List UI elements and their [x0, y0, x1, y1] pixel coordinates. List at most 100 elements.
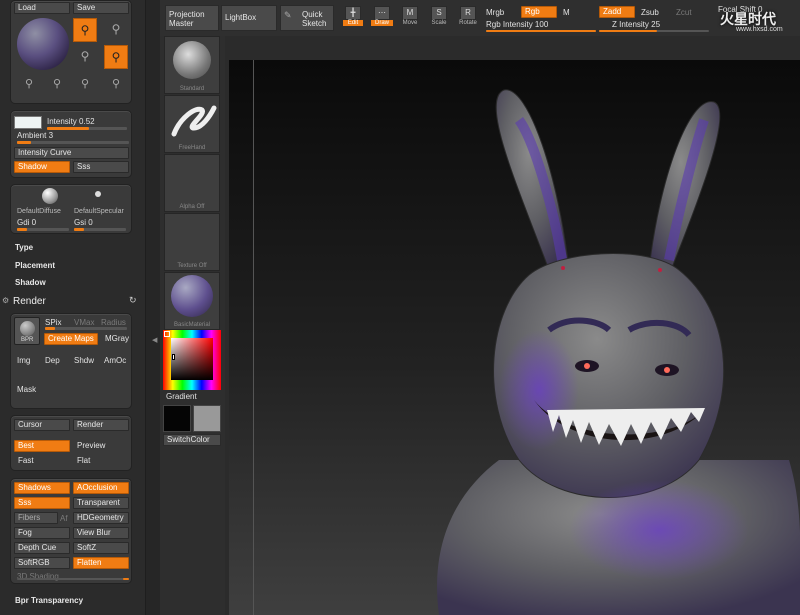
vmax-label: VMax — [74, 318, 95, 327]
light-bulb-1[interactable]: ⚲ — [73, 18, 97, 42]
light-sphere-preview[interactable] — [17, 18, 69, 70]
fast-render-button[interactable]: Fast — [14, 455, 70, 467]
lightbox-button[interactable]: LightBox — [221, 5, 277, 31]
preview-render-button[interactable]: Preview — [73, 440, 129, 452]
intensity-slider-label: Intensity 0.52 — [47, 117, 95, 126]
light-settings-panel: Intensity 0.52 Ambient 3 Intensity Curve… — [10, 110, 132, 178]
fog-toggle[interactable]: Fog — [14, 527, 70, 539]
gsi-fill — [74, 228, 84, 231]
mgray-button[interactable]: MGray — [101, 333, 129, 345]
3d-shading-slider[interactable] — [17, 578, 129, 580]
intensity-curve-button[interactable]: Intensity Curve — [14, 147, 129, 159]
rgb-toggle[interactable]: Rgb — [521, 6, 557, 18]
rotate-label: Rotate — [459, 20, 477, 26]
default-diffuse-icon[interactable] — [42, 188, 58, 204]
material-label: BasicMaterial — [173, 322, 210, 328]
softrgb-toggle[interactable]: SoftRGB — [14, 557, 70, 569]
dep-button[interactable]: Dep — [45, 356, 60, 365]
light-bulb-8[interactable]: ⚲ — [104, 77, 128, 97]
light-bulb-7[interactable]: ⚲ — [73, 77, 97, 97]
shadows-toggle[interactable]: Shadows — [14, 482, 70, 494]
m-toggle[interactable]: M — [563, 8, 570, 17]
shadow-section[interactable]: Shadow — [15, 278, 46, 287]
texture-tile[interactable]: Texture Off — [164, 213, 220, 271]
move-mode-button[interactable]: M Move — [397, 6, 423, 32]
light-bulb-5[interactable]: ⚲ — [17, 77, 41, 97]
aocclusion-toggle[interactable]: AOcclusion — [73, 482, 129, 494]
shdw-button[interactable]: Shdw — [74, 356, 94, 365]
switch-color-button[interactable]: SwitchColor — [163, 434, 221, 446]
sss-render-toggle[interactable]: Sss — [14, 497, 70, 509]
sss-toggle[interactable]: Sss — [73, 161, 129, 173]
alpha-label: Alpha Off — [179, 204, 205, 210]
refresh-icon[interactable]: ↻ — [129, 295, 137, 306]
secondary-color-swatch[interactable] — [193, 405, 221, 432]
amoc-button[interactable]: AmOc — [104, 356, 126, 365]
color-picker-square[interactable] — [171, 338, 213, 380]
color-picker-marker — [172, 354, 175, 360]
intensity-slider[interactable] — [47, 127, 127, 130]
gdi-slider[interactable] — [17, 228, 69, 231]
ambient-slider[interactable] — [17, 141, 129, 144]
gsi-slider[interactable] — [74, 228, 126, 231]
standard-brush-icon — [173, 41, 211, 79]
light-bulb-3[interactable]: ⚲ — [73, 45, 97, 69]
freehand-stroke-tile[interactable]: FreeHand — [164, 95, 220, 153]
default-specular-icon[interactable] — [95, 191, 101, 197]
standard-brush-tile[interactable]: Standard — [164, 36, 220, 94]
alpha-tile[interactable]: Alpha Off — [164, 154, 220, 212]
edit-mode-button[interactable]: ╋ Edit — [340, 6, 366, 32]
cursor-render-button[interactable]: Cursor — [14, 419, 70, 431]
draw-mode-button[interactable]: ⋯ Draw — [369, 6, 395, 32]
light-bulb-4[interactable]: ⚲ — [104, 45, 128, 69]
render-button[interactable]: Render — [73, 419, 129, 431]
hdgeometry-toggle[interactable]: HDGeometry — [73, 512, 129, 524]
z-intensity-slider[interactable] — [599, 30, 709, 32]
rabbit-sculpt-image — [437, 89, 800, 615]
primary-color-swatch[interactable] — [163, 405, 191, 432]
softz-toggle[interactable]: SoftZ — [73, 542, 129, 554]
spix-slider[interactable] — [45, 327, 127, 330]
bpr-button[interactable]: BPR — [14, 317, 40, 345]
placement-section[interactable]: Placement — [15, 261, 55, 270]
bpr-transparency-section[interactable]: Bpr Transparency — [15, 596, 83, 605]
transparent-toggle[interactable]: Transparent — [73, 497, 129, 509]
quick-sketch-button[interactable]: ✎ Quick Sketch — [280, 5, 334, 31]
shadow-toggle[interactable]: Shadow — [14, 161, 70, 173]
mrgb-toggle[interactable]: Mrgb — [486, 8, 504, 17]
color-picker[interactable] — [163, 330, 221, 390]
material-panel: DefaultDiffuse DefaultSpecular Gdi 0 Gsi… — [10, 184, 132, 234]
render-menu-header[interactable]: ⚙ Render ↻ — [0, 295, 145, 309]
zcut-toggle[interactable]: Zcut — [676, 8, 692, 17]
document-canvas[interactable] — [229, 60, 800, 615]
mask-button[interactable]: Mask — [17, 385, 36, 394]
projection-master-button[interactable]: Projection Master — [165, 5, 219, 31]
light-color-swatch[interactable] — [14, 116, 42, 129]
best-render-button[interactable]: Best — [14, 440, 70, 452]
freehand-stroke-label: FreeHand — [178, 145, 206, 151]
zsub-toggle[interactable]: Zsub — [641, 8, 659, 17]
rotate-mode-button[interactable]: R Rotate — [455, 6, 481, 32]
save-button[interactable]: Save — [73, 2, 129, 14]
depth-cue-toggle[interactable]: Depth Cue — [14, 542, 70, 554]
fibers-toggle[interactable]: Fibers — [14, 512, 58, 524]
material-tile[interactable]: BasicMaterial — [164, 272, 220, 330]
flat-render-button[interactable]: Flat — [73, 455, 129, 467]
rgb-intensity-slider[interactable] — [486, 30, 596, 32]
type-section[interactable]: Type — [15, 243, 33, 252]
create-maps-button[interactable]: Create Maps — [44, 333, 98, 345]
gradient-label[interactable]: Gradient — [166, 392, 197, 401]
projection-master-label: Projection Master — [169, 10, 205, 28]
view-blur-toggle[interactable]: View Blur — [73, 527, 129, 539]
texture-label: Texture Off — [177, 263, 207, 269]
flatten-toggle[interactable]: Flatten — [73, 557, 129, 569]
light-bulb-6[interactable]: ⚲ — [45, 77, 69, 97]
render-panel: BPR SPix VMax Radius Create Maps MGray I… — [10, 313, 132, 409]
img-button[interactable]: Img — [17, 356, 30, 365]
scale-mode-button[interactable]: S Scale — [426, 6, 452, 32]
load-button[interactable]: Load — [14, 2, 70, 14]
collapse-arrow-icon[interactable]: ◀ — [152, 336, 157, 344]
zadd-toggle[interactable]: Zadd — [599, 6, 635, 18]
light-bulb-2[interactable]: ⚲ — [104, 18, 128, 42]
bpr-label: BPR — [21, 337, 34, 343]
